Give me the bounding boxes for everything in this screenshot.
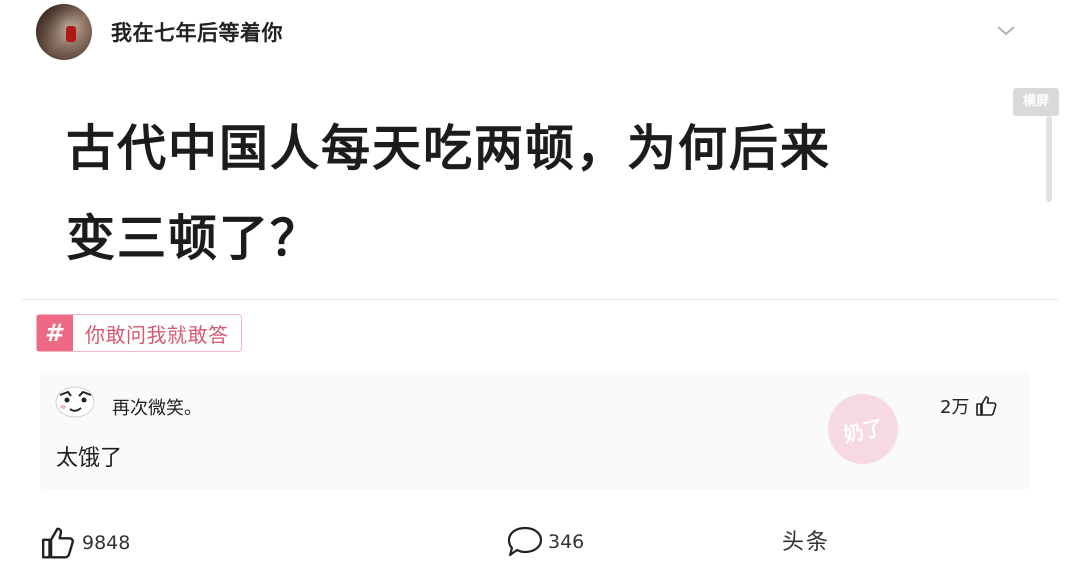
question-title-line-2: 变三顿了？ bbox=[66, 210, 322, 267]
answer-like-button[interactable]: 2万 bbox=[940, 393, 999, 419]
answer-like-count: 2万 bbox=[940, 397, 970, 418]
watermark-text: 奶了 bbox=[841, 414, 886, 447]
answer-content[interactable]: 太饿了 bbox=[56, 440, 122, 472]
author-avatar[interactable] bbox=[36, 4, 92, 60]
watermark-logo: 奶了 bbox=[821, 387, 905, 471]
thumbs-up-icon bbox=[976, 396, 997, 416]
scrollbar[interactable] bbox=[1046, 116, 1052, 202]
answer-card[interactable]: 再次微笑。 太饿了 奶了 2万 bbox=[40, 372, 1030, 490]
topic-label: 你敢问我就敢答 bbox=[85, 322, 229, 347]
footer-comment-button[interactable]: 346 bbox=[506, 524, 584, 560]
thumbs-up-icon bbox=[41, 527, 74, 559]
brand-logo: 头条 bbox=[782, 530, 831, 555]
answer-author-avatar[interactable] bbox=[54, 385, 96, 419]
post-header: 我在七年后等着你 bbox=[0, 0, 1080, 70]
footer-like-count: 9848 bbox=[82, 532, 131, 554]
answer-author-name[interactable]: 再次微笑。 bbox=[112, 394, 202, 420]
landscape-toggle[interactable]: 横屏 bbox=[1013, 88, 1059, 116]
comment-icon bbox=[507, 526, 543, 557]
author-name[interactable]: 我在七年后等着你 bbox=[111, 17, 283, 47]
footer-like-button[interactable]: 9848 bbox=[40, 524, 130, 562]
divider bbox=[22, 299, 1058, 300]
question-title-line-1: 古代中国人每天吃两顿，为何后来 bbox=[66, 120, 832, 177]
question-title: 古代中国人每天吃两顿，为何后来 变三顿了？ bbox=[66, 104, 1006, 284]
hashtag-icon: # bbox=[37, 315, 73, 351]
footer-comment-count: 346 bbox=[548, 531, 585, 553]
topic-tag[interactable]: # 你敢问我就敢答 bbox=[36, 314, 242, 352]
chevron-down-icon[interactable] bbox=[996, 24, 1016, 38]
